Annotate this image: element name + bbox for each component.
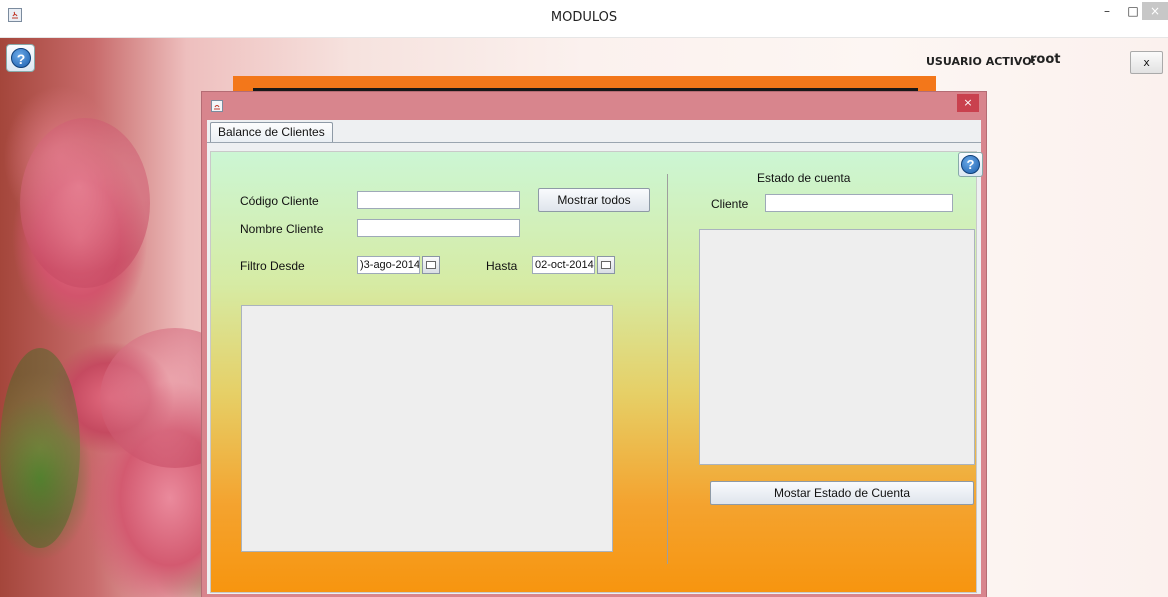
exit-button[interactable]: x (1130, 51, 1163, 74)
minimize-button[interactable]: – (1094, 2, 1120, 20)
estado-cuenta-area[interactable] (699, 229, 975, 465)
window-title: MODULOS (550, 10, 618, 25)
background-roses: ? USUARIO ACTIVO: root x × Balance de Cl… (0, 38, 1168, 597)
internal-close-button[interactable]: × (957, 94, 979, 112)
leaf (0, 348, 80, 548)
close-window-button[interactable]: × (1142, 2, 1168, 20)
internal-frame-balance: × Balance de Clientes Código Cliente Mos… (201, 91, 987, 597)
nombre-cliente-label: Nombre Cliente (240, 222, 324, 236)
mostrar-todos-button[interactable]: Mostrar todos (538, 188, 650, 212)
codigo-cliente-label: Código Cliente (240, 194, 319, 208)
estado-cliente-input[interactable] (765, 194, 953, 212)
help-icon: ? (961, 155, 980, 174)
calendar-icon[interactable] (422, 256, 440, 274)
java-app-icon (211, 100, 223, 112)
active-user-label: USUARIO ACTIVO: (926, 55, 1036, 68)
active-user-value: root (1030, 52, 1061, 67)
panel-help-button[interactable]: ? (958, 152, 983, 177)
clientes-table-area[interactable] (241, 305, 613, 552)
nombre-cliente-input[interactable] (357, 219, 520, 237)
mostrar-estado-cuenta-button[interactable]: Mostar Estado de Cuenta (710, 481, 974, 505)
fecha-desde-input[interactable]: )3-ago-2014 (357, 256, 420, 274)
hasta-label: Hasta (486, 259, 518, 273)
calendar-icon[interactable] (597, 256, 615, 274)
balance-panel: Código Cliente Mostrar todos Nombre Clie… (210, 151, 977, 593)
fecha-hasta-input[interactable]: 02-oct-2014 (532, 256, 595, 274)
vertical-separator (667, 174, 668, 564)
window-titlebar: MODULOS – □ × (0, 0, 1168, 38)
tab-divider (207, 142, 981, 143)
internal-frame-titlebar[interactable]: × (202, 92, 986, 120)
tab-balance-de-clientes[interactable]: Balance de Clientes (210, 122, 333, 143)
estado-cuenta-title: Estado de cuenta (757, 171, 851, 185)
internal-frame-content: Balance de Clientes Código Cliente Mostr… (207, 120, 983, 594)
rose-petal (20, 118, 150, 288)
filtro-desde-label: Filtro Desde (240, 259, 305, 273)
help-icon: ? (11, 48, 31, 68)
codigo-cliente-input[interactable] (357, 191, 520, 209)
cliente-label: Cliente (711, 197, 749, 211)
help-button[interactable]: ? (6, 44, 35, 72)
